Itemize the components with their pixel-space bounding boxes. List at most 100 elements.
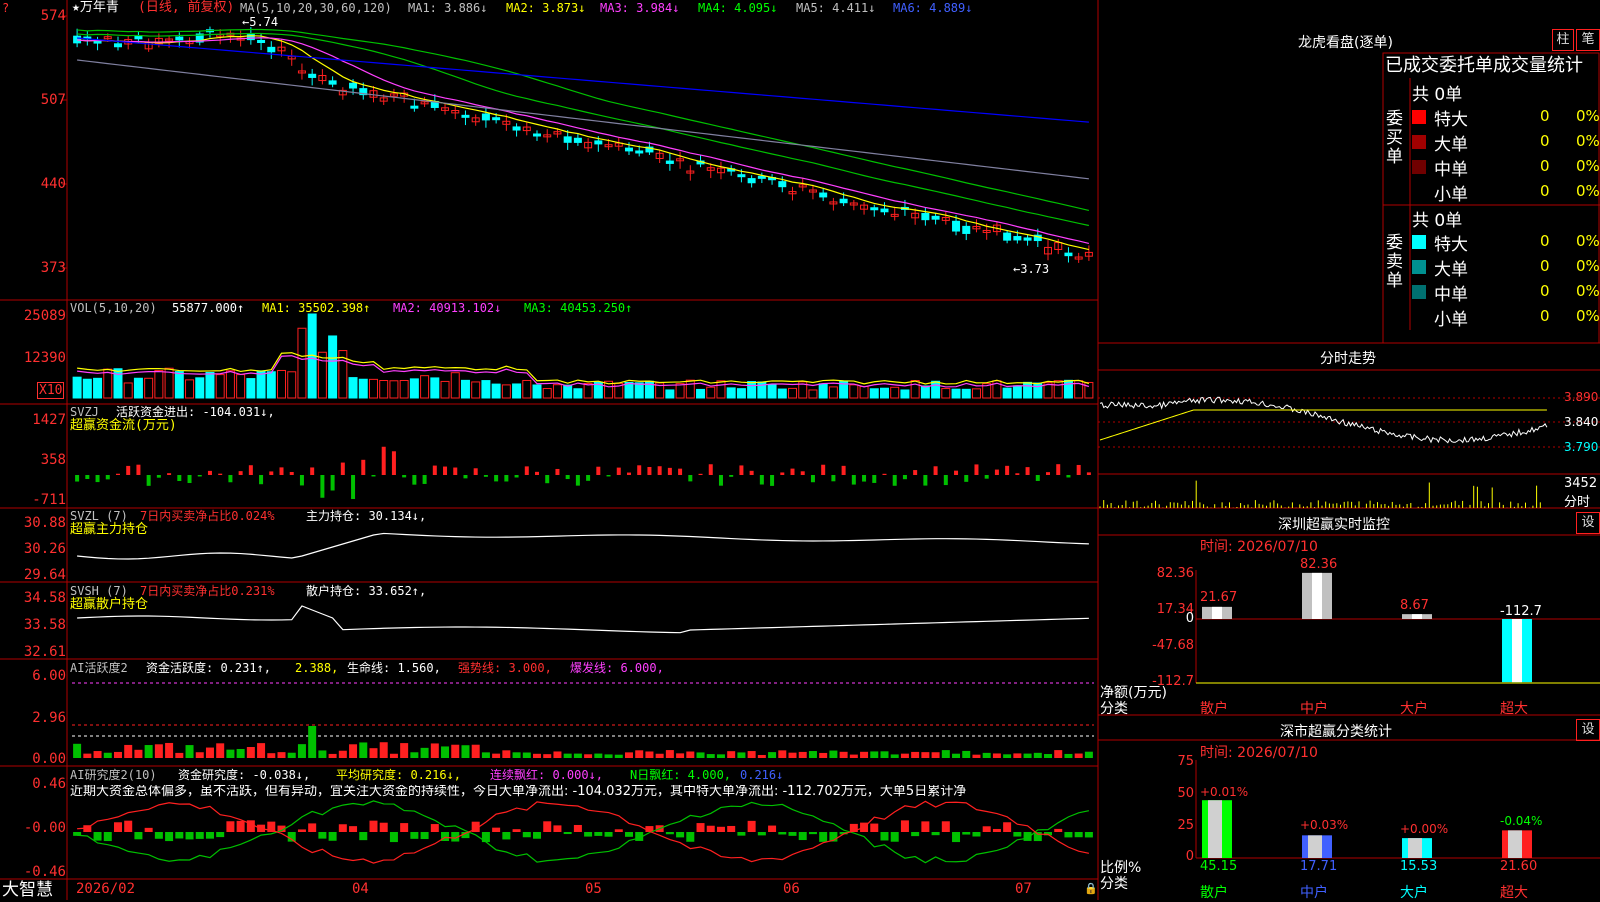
research-bar	[430, 824, 439, 832]
stat-y-2: 50	[1177, 786, 1194, 801]
stat-bar-highlight	[1508, 830, 1522, 858]
research-bar	[287, 832, 296, 842]
activity-bar	[113, 751, 122, 758]
research-bar	[819, 832, 828, 842]
volume-bar	[379, 380, 389, 399]
activity-bar	[941, 750, 950, 758]
volume-bar	[317, 351, 327, 399]
fund-flow-bar	[75, 475, 80, 482]
volume-bar	[726, 387, 736, 399]
fund-flow-bar	[402, 475, 407, 478]
volume-bar	[205, 371, 215, 399]
ai1-burst: 爆发线: 6.000,	[570, 661, 664, 675]
research-bar	[1074, 832, 1083, 838]
activity-bar	[798, 751, 807, 758]
volume-bar	[82, 378, 92, 399]
research-bar	[573, 824, 582, 832]
volume-bar	[154, 370, 164, 399]
buy-label: 委买单	[1386, 109, 1403, 167]
activity-bar	[492, 753, 501, 758]
activity-bar	[297, 744, 306, 758]
research-bar	[103, 832, 112, 842]
buy-row-name: 小单	[1434, 185, 1468, 205]
activity-bar	[604, 754, 613, 758]
stat-bar-change: -0.04%	[1500, 814, 1543, 828]
research-bar	[788, 832, 797, 836]
candle-body	[839, 198, 848, 204]
sell-row-count: 0	[1540, 232, 1550, 250]
ma-line	[77, 532, 1089, 560]
ai2-comment: 近期大资金总体偏多，虽不活跃，但有异动，宜关注大资金的持续性，今日大单净流出: …	[70, 785, 967, 799]
activity-bar	[236, 748, 245, 758]
stat-bar-highlight	[1308, 835, 1322, 858]
ma4-value: MA4: 4.095↓	[698, 1, 778, 15]
fund-flow-bar	[1056, 464, 1061, 475]
candle-body	[778, 181, 787, 188]
activity-bar	[533, 753, 542, 758]
volume-bar	[828, 386, 838, 399]
buy-row-swatch	[1412, 135, 1426, 149]
fund-flow-bar	[974, 464, 979, 475]
candle-body	[1013, 236, 1022, 241]
fund-flow-bar	[954, 470, 959, 475]
ma-line	[77, 605, 1089, 634]
y-tick-ai1-3: 0.00	[32, 751, 66, 767]
brand-label[interactable]: 大智慧	[2, 880, 53, 900]
volume-bar	[246, 378, 256, 399]
research-bar	[297, 829, 306, 832]
volume-bar	[879, 387, 889, 399]
candle-body	[1064, 252, 1073, 257]
candle-body	[328, 80, 337, 85]
fund-flow-bar	[718, 475, 723, 486]
fund-flow-bar	[85, 475, 90, 479]
sell-row-swatch	[1412, 260, 1426, 274]
activity-bar	[614, 754, 623, 758]
activity-bar	[1023, 753, 1032, 758]
volume-bar	[1002, 387, 1012, 399]
activity-bar	[318, 750, 327, 758]
monitor-y-1: 82.36	[1156, 566, 1194, 581]
vol-ma3: MA3: 40453.250↑	[524, 301, 633, 315]
stat-settings-button[interactable]: 设	[1576, 719, 1600, 741]
stat-y-3: 25	[1177, 818, 1194, 833]
order-stat-tabs[interactable]: 已成交委托单成交量统计	[1385, 55, 1583, 77]
fund-flow-bar	[872, 475, 877, 483]
monitor-bar-highlight	[1412, 614, 1422, 619]
ai1-life: 生命线: 1.560,	[347, 661, 441, 675]
activity-bar	[716, 754, 725, 758]
fund-flow-bar	[810, 475, 815, 483]
ai1-v2: 2.388,	[295, 661, 339, 675]
activity-bar	[400, 743, 409, 758]
svzj-label: SVZJ	[70, 405, 99, 419]
sell-row-percent: 0%	[1576, 232, 1600, 250]
fund-flow-bar	[780, 472, 785, 475]
bar-mode-button[interactable]: 柱	[1552, 29, 1574, 51]
research-bar	[553, 825, 562, 832]
intraday-title: 分时走势	[1320, 351, 1376, 367]
fund-flow-bar	[759, 475, 764, 485]
sell-total: 共 0单	[1412, 211, 1463, 231]
ai2-red: 连续飘红: 0.000↓,	[490, 768, 604, 782]
vol-scale-badge[interactable]: X10	[37, 382, 65, 399]
research-bar	[737, 832, 746, 836]
research-bar	[931, 832, 940, 836]
activity-bar	[747, 751, 756, 758]
svsh-ratio: 7日内买卖净占比0.231%	[140, 584, 275, 598]
volume-bar	[266, 371, 276, 399]
lock-icon[interactable]: 🔒	[1084, 882, 1098, 896]
candle-body	[921, 212, 930, 221]
candle-body	[563, 136, 572, 143]
fund-flow-bar	[1066, 475, 1071, 478]
candle-body	[134, 35, 143, 40]
research-bar	[941, 821, 950, 832]
candle-body	[1023, 237, 1032, 241]
volume-bar	[675, 383, 685, 399]
tick-mode-button[interactable]: 笔	[1576, 29, 1600, 51]
buy-row-count: 0	[1540, 157, 1550, 175]
y-tick-svzl-1: 30.88	[23, 515, 66, 531]
y-tick-svzj-3: -711	[32, 492, 66, 508]
y-tick-svzj-1: 1427	[32, 412, 66, 428]
monitor-settings-button[interactable]: 设	[1576, 512, 1600, 534]
volume-bar	[849, 384, 859, 399]
fund-flow-bar	[228, 475, 233, 483]
